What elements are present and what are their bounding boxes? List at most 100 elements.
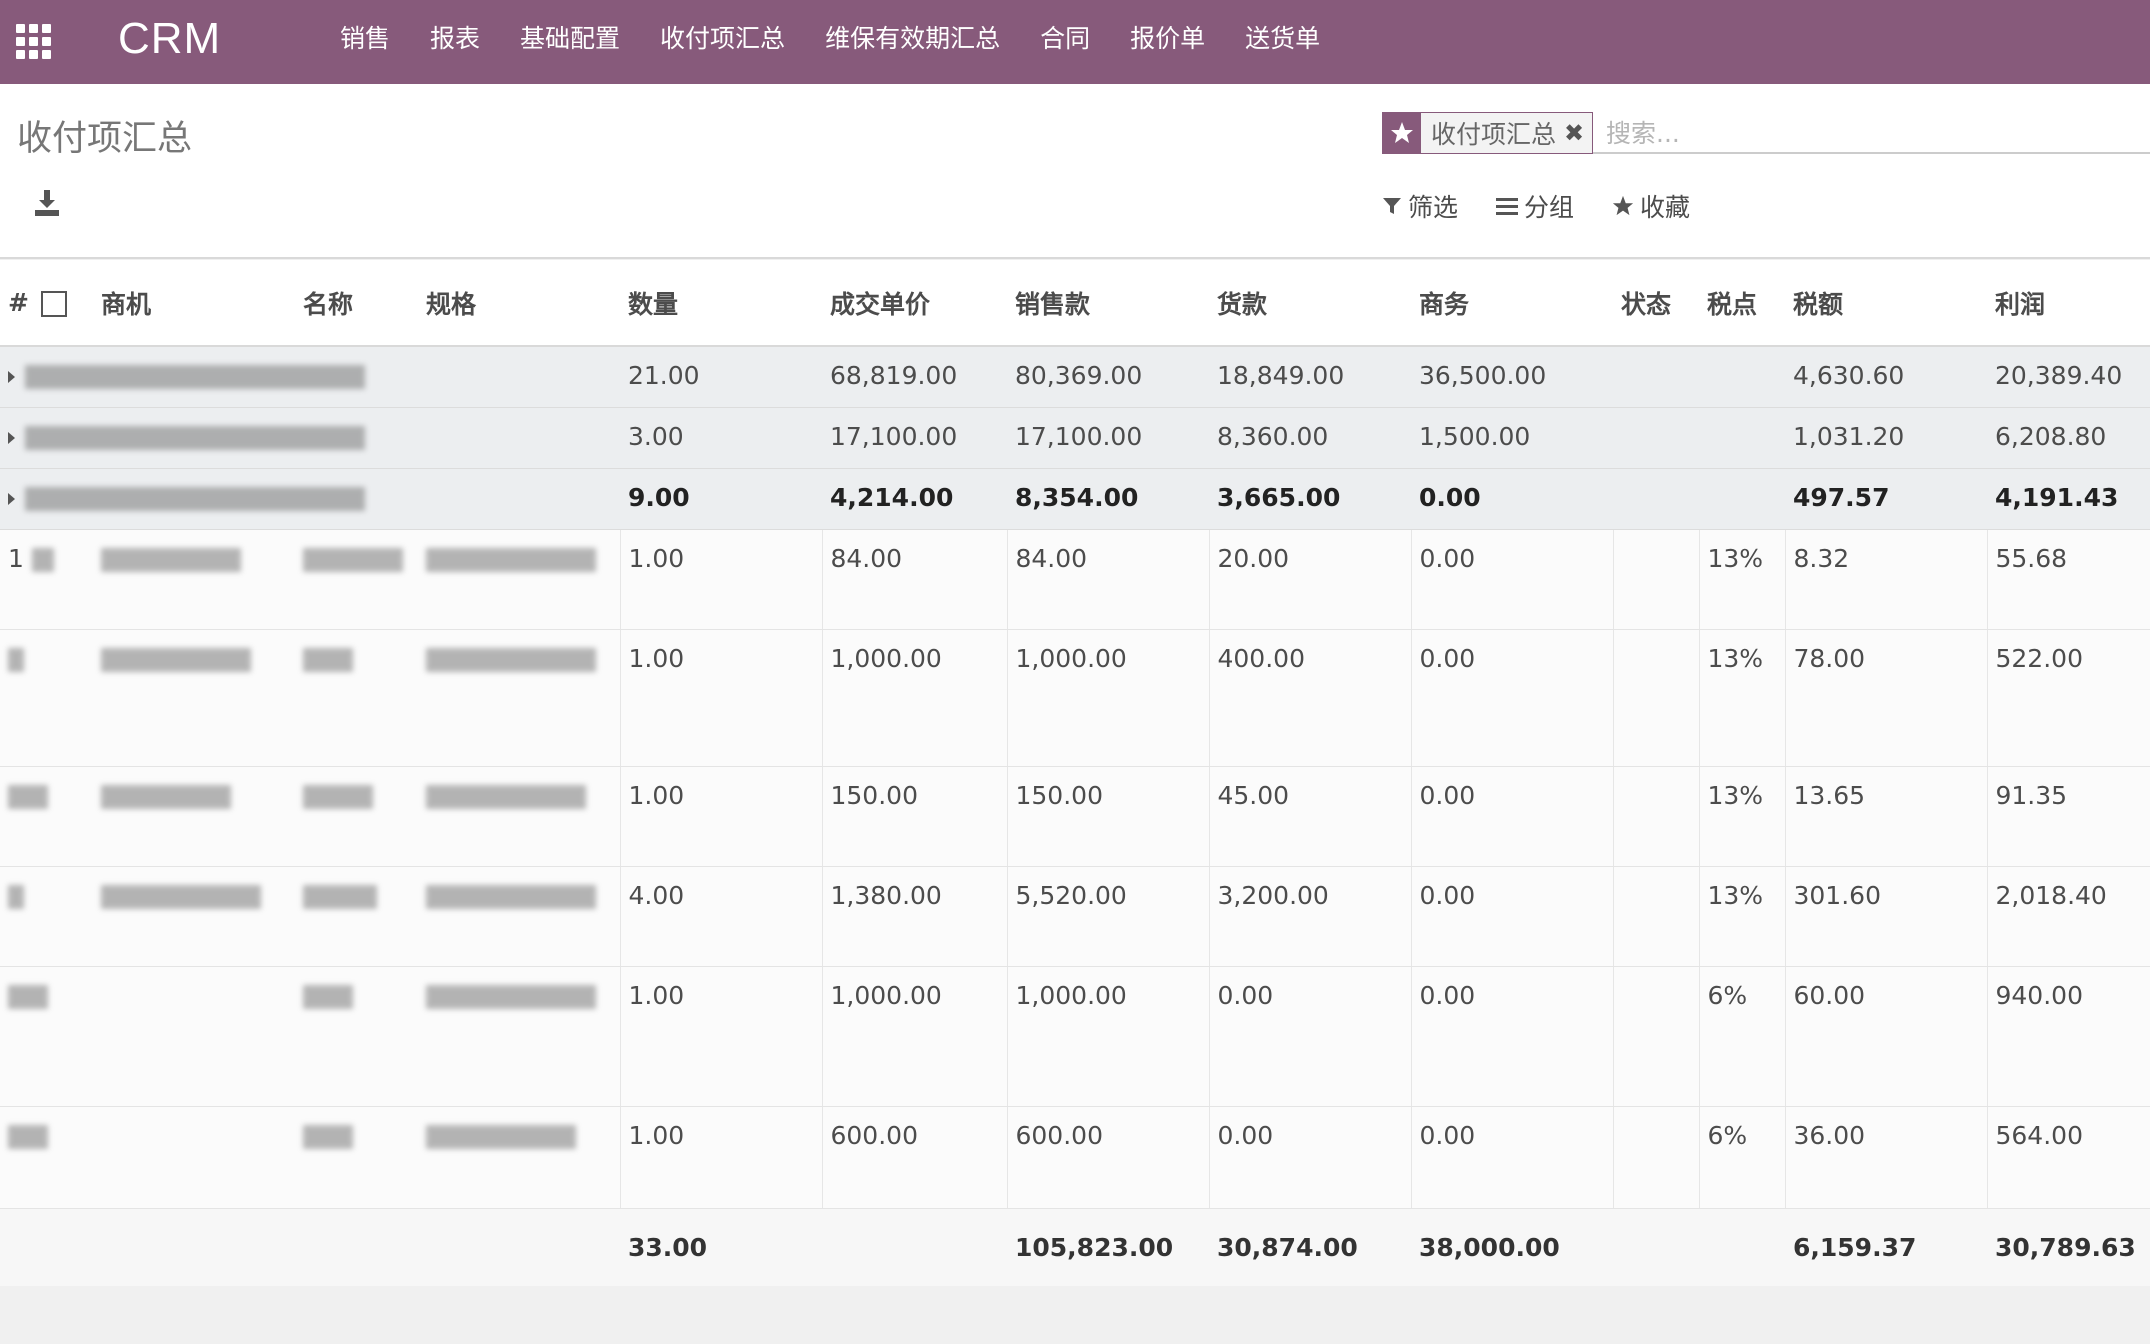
row-business: 0.00 bbox=[1410, 1106, 1613, 1209]
total-goods: 30,874.00 bbox=[1209, 1208, 1411, 1286]
row-qty: 1.00 bbox=[619, 766, 822, 867]
row-status bbox=[1612, 1106, 1699, 1209]
list-icon bbox=[1496, 198, 1519, 215]
row-number bbox=[0, 766, 93, 867]
total-sales: 105,823.00 bbox=[1007, 1208, 1209, 1286]
menu-item-payment-summary[interactable]: 收付项汇总 bbox=[640, 0, 805, 84]
group-sales: 8,354.00 bbox=[1007, 468, 1209, 530]
menu-item-delivery[interactable]: 送货单 bbox=[1225, 0, 1340, 84]
group-goods: 3,665.00 bbox=[1209, 468, 1411, 530]
row-sales: 600.00 bbox=[1006, 1106, 1209, 1209]
col-qty-header[interactable]: 数量 bbox=[620, 260, 822, 347]
favorites-button-label: 收藏 bbox=[1640, 193, 1691, 222]
row-sales: 1,000.00 bbox=[1006, 629, 1209, 767]
redacted-text bbox=[426, 884, 596, 909]
row-spec bbox=[418, 1106, 620, 1209]
row-business: 0.00 bbox=[1410, 766, 1613, 867]
col-sales-header[interactable]: 销售款 bbox=[1007, 260, 1209, 347]
row-opportunity bbox=[93, 866, 295, 967]
group-sales: 80,369.00 bbox=[1007, 346, 1209, 408]
col-index-header: # bbox=[0, 260, 93, 347]
row-status bbox=[1612, 966, 1699, 1107]
row-name bbox=[295, 866, 418, 967]
row-status bbox=[1612, 529, 1699, 630]
total-profit: 30,789.63 bbox=[1987, 1208, 2150, 1286]
row-opportunity bbox=[93, 966, 295, 1107]
row-goods: 3,200.00 bbox=[1208, 866, 1411, 967]
apps-grid-icon[interactable] bbox=[16, 24, 52, 60]
caret-right-icon bbox=[8, 431, 15, 444]
col-spec-header[interactable]: 规格 bbox=[418, 260, 620, 347]
col-profit-header[interactable]: 利润 bbox=[1987, 260, 2150, 347]
redacted-text bbox=[101, 647, 251, 672]
row-number bbox=[0, 629, 93, 767]
col-goods-header[interactable]: 货款 bbox=[1209, 260, 1411, 347]
search-bar: 收付项汇总 ✖ bbox=[1382, 108, 2150, 154]
col-rate-header[interactable]: 税点 bbox=[1699, 260, 1785, 347]
menu-item-warranty-summary[interactable]: 维保有效期汇总 bbox=[805, 0, 1020, 84]
row-qty: 1.00 bbox=[619, 529, 822, 630]
search-options: 筛选 分组 收藏 bbox=[1382, 188, 1690, 224]
row-opportunity bbox=[93, 629, 295, 767]
menu-item-config[interactable]: 基础配置 bbox=[500, 0, 640, 84]
col-business-header[interactable]: 商务 bbox=[1411, 260, 1613, 347]
row-tax: 13.65 bbox=[1784, 766, 1987, 867]
group-price: 68,819.00 bbox=[822, 346, 1007, 408]
table-row[interactable]: 1.00 600.00 600.00 0.00 0.00 6% 36.00 56… bbox=[0, 1106, 2150, 1209]
group-price: 17,100.00 bbox=[822, 407, 1007, 469]
favorites-button[interactable]: 收藏 bbox=[1612, 188, 1690, 224]
col-price-header[interactable]: 成交单价 bbox=[822, 260, 1007, 347]
menu-item-contract[interactable]: 合同 bbox=[1020, 0, 1110, 84]
caret-right-icon bbox=[8, 371, 15, 383]
col-tax-header[interactable]: 税额 bbox=[1785, 260, 1987, 347]
redacted-text bbox=[25, 425, 365, 450]
row-qty: 1.00 bbox=[619, 629, 822, 767]
group-name bbox=[0, 468, 620, 530]
table-row[interactable]: 4.00 1,380.00 5,520.00 3,200.00 0.00 13%… bbox=[0, 866, 2150, 967]
row-business: 0.00 bbox=[1410, 529, 1613, 630]
group-row[interactable]: 21.00 68,819.00 80,369.00 18,849.00 36,5… bbox=[0, 346, 2150, 408]
row-number bbox=[0, 966, 93, 1107]
facet-close-icon[interactable]: ✖ bbox=[1562, 119, 1592, 147]
table-row[interactable]: 1.00 1,000.00 1,000.00 0.00 0.00 6% 60.0… bbox=[0, 966, 2150, 1107]
menu-item-sales[interactable]: 销售 bbox=[320, 0, 410, 84]
table-row[interactable]: 1 1.00 84.00 84.00 20.00 0.00 13% 8.32 5… bbox=[0, 529, 2150, 630]
menu-item-quotation[interactable]: 报价单 bbox=[1110, 0, 1225, 84]
group-price: 4,214.00 bbox=[822, 468, 1007, 530]
main-menu: 销售 报表 基础配置 收付项汇总 维保有效期汇总 合同 报价单 送货单 bbox=[320, 0, 1340, 84]
row-business: 0.00 bbox=[1410, 966, 1613, 1107]
redacted-text bbox=[426, 647, 596, 672]
search-facet-label: 收付项汇总 bbox=[1431, 120, 1557, 149]
total-qty: 33.00 bbox=[620, 1208, 822, 1286]
group-row-expanded[interactable]: 9.00 4,214.00 8,354.00 3,665.00 0.00 497… bbox=[0, 468, 2150, 530]
row-price: 84.00 bbox=[821, 529, 1007, 630]
group-profit: 4,191.43 bbox=[1987, 468, 2150, 530]
group-profit: 6,208.80 bbox=[1987, 407, 2150, 469]
row-status bbox=[1612, 766, 1699, 867]
total-tax: 6,159.37 bbox=[1785, 1208, 1987, 1286]
redacted-text bbox=[25, 486, 365, 511]
row-tax: 78.00 bbox=[1784, 629, 1987, 767]
app-brand[interactable]: CRM bbox=[118, 14, 221, 64]
row-number bbox=[0, 1106, 93, 1209]
group-name bbox=[0, 407, 620, 469]
col-opportunity-header[interactable]: 商机 bbox=[93, 260, 295, 347]
col-name-header[interactable]: 名称 bbox=[295, 260, 418, 347]
group-name bbox=[0, 346, 620, 408]
filter-button[interactable]: 筛选 bbox=[1382, 188, 1458, 224]
row-profit: 564.00 bbox=[1986, 1106, 2150, 1209]
row-tax: 301.60 bbox=[1784, 866, 1987, 967]
group-row[interactable]: 3.00 17,100.00 17,100.00 8,360.00 1,500.… bbox=[0, 407, 2150, 469]
group-tax: 1,031.20 bbox=[1785, 407, 1987, 469]
control-panel: 收付项汇总 收付项汇总 ✖ 筛选 分组 收藏 bbox=[0, 84, 2150, 259]
row-profit: 91.35 bbox=[1986, 766, 2150, 867]
table-row[interactable]: 1.00 150.00 150.00 45.00 0.00 13% 13.65 … bbox=[0, 766, 2150, 867]
menu-item-reports[interactable]: 报表 bbox=[410, 0, 500, 84]
redacted-text bbox=[303, 984, 353, 1009]
search-input[interactable] bbox=[1606, 114, 2136, 152]
table-row[interactable]: 1.00 1,000.00 1,000.00 400.00 0.00 13% 7… bbox=[0, 629, 2150, 767]
select-all-checkbox[interactable] bbox=[40, 291, 67, 317]
download-icon[interactable] bbox=[32, 188, 62, 218]
groupby-button[interactable]: 分组 bbox=[1496, 188, 1574, 224]
col-status-header[interactable]: 状态 bbox=[1613, 260, 1699, 347]
